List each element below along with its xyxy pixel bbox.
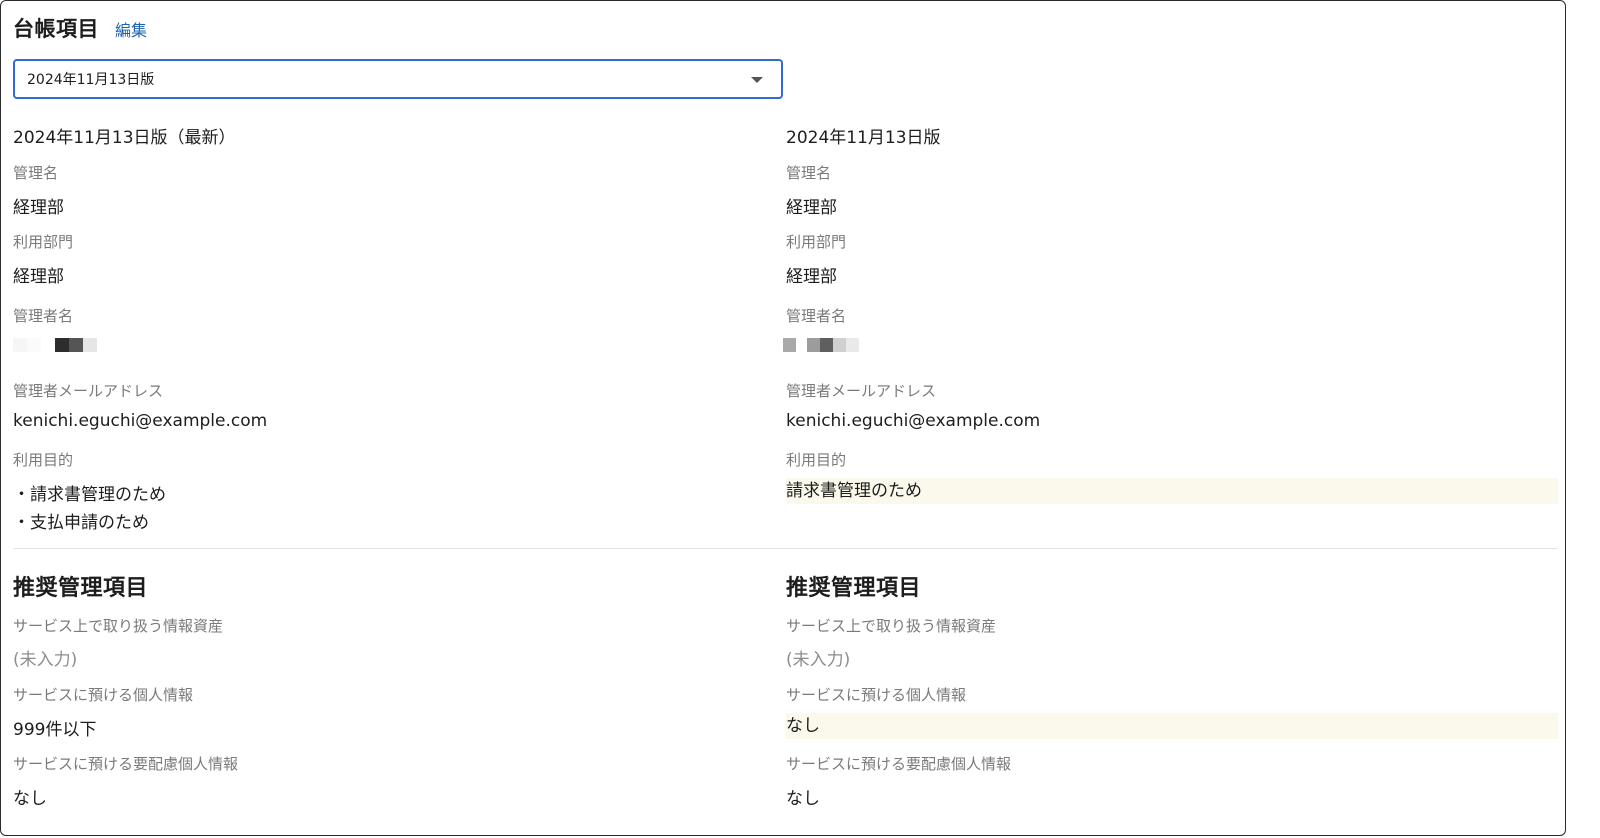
info-assets-value: (未入力) (786, 650, 851, 670)
personal-info-label: サービスに預ける個人情報 (13, 686, 194, 704)
chevron-down-icon (751, 77, 763, 83)
management-name-label: 管理名 (13, 164, 59, 182)
panel-header: 台帳項目 編集 (13, 13, 147, 43)
purpose-label: 利用目的 (786, 451, 847, 469)
sensitive-info-value: なし (786, 789, 820, 809)
personal-info-label: サービスに預ける個人情報 (786, 686, 967, 704)
management-name-label: 管理名 (786, 164, 832, 182)
section-divider (13, 548, 1558, 549)
sensitive-info-label: サービスに預ける要配慮個人情報 (786, 755, 1012, 773)
recommended-section-title: 推奨管理項目 (786, 576, 922, 601)
management-name-value: 経理部 (13, 198, 64, 218)
sensitive-info-value: なし (13, 789, 47, 809)
info-assets-value: (未入力) (13, 650, 78, 670)
personal-info-value: 999件以下 (13, 720, 97, 740)
recommended-section-title: 推奨管理項目 (13, 576, 149, 601)
manager-name-label: 管理者名 (786, 307, 847, 325)
manager-name-label: 管理者名 (13, 307, 74, 325)
sensitive-info-label: サービスに預ける要配慮個人情報 (13, 755, 239, 773)
manager-email-label: 管理者メールアドレス (13, 382, 164, 400)
panel-title: 台帳項目 (13, 17, 99, 41)
personal-info-value-diff: なし (786, 713, 1558, 739)
management-name-value: 経理部 (786, 198, 837, 218)
purpose-label: 利用目的 (13, 451, 74, 469)
department-value: 経理部 (13, 267, 64, 287)
manager-name-redacted (13, 338, 97, 352)
info-assets-label: サービス上で取り扱う情報資産 (786, 617, 997, 635)
version-select[interactable]: 2024年11月13日版 (13, 59, 783, 99)
version-title: 2024年11月13日版 (786, 128, 941, 148)
department-label: 利用部門 (13, 233, 74, 251)
edit-link[interactable]: 編集 (115, 17, 147, 41)
manager-email-value: kenichi.eguchi@example.com (13, 411, 268, 431)
purpose-item: ・支払申請のため (13, 513, 149, 533)
department-label: 利用部門 (786, 233, 847, 251)
manager-email-label: 管理者メールアドレス (786, 382, 937, 400)
ledger-panel: 台帳項目 編集 2024年11月13日版 2024年11月13日版（最新） 管理… (0, 0, 1566, 836)
version-select-value: 2024年11月13日版 (27, 72, 155, 88)
department-value: 経理部 (786, 267, 837, 287)
purpose-item: ・請求書管理のため (13, 485, 166, 505)
manager-email-value: kenichi.eguchi@example.com (786, 411, 1041, 431)
manager-name-redacted (783, 338, 859, 352)
version-title: 2024年11月13日版（最新） (13, 128, 236, 148)
purpose-value-diff: 請求書管理のため (786, 478, 1558, 504)
info-assets-label: サービス上で取り扱う情報資産 (13, 617, 224, 635)
